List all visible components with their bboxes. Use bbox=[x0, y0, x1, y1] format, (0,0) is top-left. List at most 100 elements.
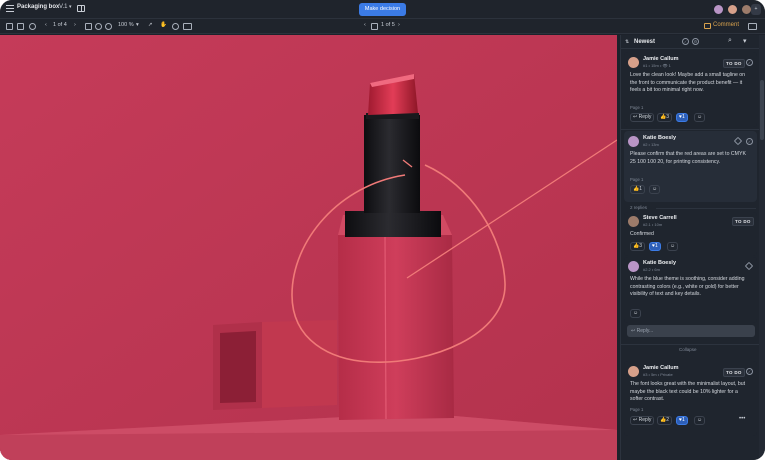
resolve-icon[interactable]: ✓ bbox=[746, 138, 753, 145]
tag-icon[interactable] bbox=[744, 261, 754, 271]
comment-page[interactable]: Page 1 bbox=[630, 177, 643, 182]
reply-input[interactable]: ↩ Reply... bbox=[627, 325, 755, 337]
design-canvas[interactable] bbox=[0, 35, 617, 460]
like-button[interactable]: ♥1 bbox=[676, 113, 688, 122]
history-icon[interactable] bbox=[172, 23, 179, 30]
filter-resolved-icon[interactable]: ✓ bbox=[682, 38, 689, 45]
comment-body: Love the clean look! Maybe add a small t… bbox=[630, 72, 746, 94]
page-indicator: 1 of 4 bbox=[53, 22, 67, 28]
hand-icon[interactable]: ✋ bbox=[160, 22, 167, 28]
avatar bbox=[628, 366, 639, 377]
chevron-down-icon[interactable]: ▾ bbox=[136, 22, 139, 28]
resolve-icon[interactable]: ✓ bbox=[746, 368, 753, 375]
sidebar-toggle-icon[interactable] bbox=[6, 23, 13, 30]
prev-page-icon[interactable]: ‹ bbox=[45, 22, 47, 28]
comment-author: Katie Boesly bbox=[643, 260, 677, 266]
toolbar: ‹ 1 of 4 › 100 % ▾ ➚ ✋ ‹ 1 of 5 › Commen… bbox=[0, 19, 765, 34]
reaction-button[interactable]: 👍3 bbox=[657, 113, 673, 122]
search-icon[interactable] bbox=[29, 23, 36, 30]
reaction-count: 3 bbox=[666, 114, 670, 120]
frame-indicator: 1 of 5 bbox=[381, 22, 395, 28]
like-count: 1 bbox=[681, 114, 685, 120]
comment-author: Jamie Callum bbox=[643, 56, 679, 62]
zoom-in-icon[interactable] bbox=[105, 23, 112, 30]
add-reaction-icon[interactable]: ☺ bbox=[667, 242, 679, 251]
comment-meta: #2.2 • 6m bbox=[643, 267, 660, 272]
reply-card[interactable]: Katie Boesly #2.2 • 6m While the blue th… bbox=[624, 257, 757, 323]
comment-icon[interactable] bbox=[704, 23, 711, 29]
comment-body: Please confirm that the red areas are se… bbox=[630, 151, 746, 165]
add-reaction-icon[interactable]: ☺ bbox=[694, 113, 706, 122]
ruler-icon[interactable] bbox=[183, 23, 192, 30]
comment-card[interactable]: Jamie Callum #1 • 15m • 👁 1 TO DO ✓ Love… bbox=[624, 52, 757, 127]
scrollbar-thumb[interactable] bbox=[760, 80, 764, 140]
search-icon[interactable]: ⌕ bbox=[728, 37, 732, 45]
file-title[interactable]: Packaging box bbox=[17, 4, 59, 10]
reaction-button[interactable]: 👍1 bbox=[630, 185, 646, 194]
reaction-button[interactable]: 👍3 bbox=[630, 242, 646, 251]
reply-label: Reply bbox=[638, 114, 652, 120]
menu-icon[interactable] bbox=[6, 5, 14, 13]
replies-count[interactable]: 2 replies bbox=[630, 205, 647, 210]
grid-icon[interactable] bbox=[17, 23, 24, 30]
fit-icon[interactable] bbox=[85, 23, 92, 30]
comment-meta: #3 • 5m • Private bbox=[643, 372, 673, 377]
next-frame-icon[interactable]: › bbox=[398, 22, 400, 28]
filter-icon[interactable]: ▾ bbox=[743, 37, 747, 45]
avatar bbox=[628, 136, 639, 147]
comment-meta: #1 • 15m • 👁 1 bbox=[643, 63, 671, 68]
comment-body: Confirmed bbox=[630, 231, 654, 237]
prev-frame-icon[interactable]: ‹ bbox=[364, 22, 366, 28]
avatar bbox=[628, 216, 639, 227]
comment-mode-toggle[interactable]: Comment bbox=[713, 22, 739, 28]
top-bar: Packaging box V.1 ▾ Make decision + bbox=[0, 0, 765, 19]
add-reaction-icon[interactable]: ☺ bbox=[630, 309, 642, 318]
cursor-icon[interactable]: ➚ bbox=[148, 22, 153, 28]
product-photo bbox=[0, 35, 617, 460]
avatar[interactable] bbox=[713, 4, 724, 15]
sort-icon[interactable]: ⇅ bbox=[625, 39, 629, 45]
reply-button[interactable]: ↩ Reply bbox=[630, 416, 655, 425]
avatar[interactable] bbox=[727, 4, 738, 15]
sort-label[interactable]: Newest bbox=[634, 39, 655, 45]
reply-placeholder: Reply... bbox=[636, 328, 654, 334]
tag-icon[interactable] bbox=[733, 136, 743, 146]
comment-card[interactable]: Jamie Callum #3 • 5m • Private TO DO ✓ T… bbox=[624, 361, 757, 436]
version-label[interactable]: V.1 bbox=[59, 4, 67, 10]
reply-button[interactable]: ↩ Reply bbox=[630, 113, 655, 122]
reply-card[interactable]: Steve Carrell #2.1 • 10m TO DO Confirmed… bbox=[624, 212, 757, 256]
comment-page[interactable]: Page 1 bbox=[630, 407, 643, 412]
reply-label: Reply bbox=[638, 417, 652, 423]
collapse-link[interactable]: Collapse bbox=[679, 347, 697, 352]
comments-panel: ⇅ Newest ✓ ⚙ ⌕ ▾ Jamie Callum #1 • 15m •… bbox=[620, 35, 759, 460]
add-collaborator-button[interactable]: + bbox=[751, 4, 761, 15]
zoom-out-icon[interactable] bbox=[95, 23, 102, 30]
book-icon[interactable] bbox=[77, 5, 85, 12]
reaction-count: 3 bbox=[639, 243, 643, 249]
like-button[interactable]: ♥1 bbox=[676, 416, 688, 425]
comment-meta: #2.1 • 10m bbox=[643, 222, 663, 227]
comment-author: Steve Carrell bbox=[643, 215, 677, 221]
zoom-level[interactable]: 100 % bbox=[118, 22, 134, 28]
reaction-button[interactable]: 👍2 bbox=[657, 416, 673, 425]
status-badge[interactable]: TO DO bbox=[723, 59, 745, 68]
app-window: Packaging box V.1 ▾ Make decision + ‹ 1 … bbox=[0, 0, 765, 460]
resolve-icon[interactable]: ✓ bbox=[746, 59, 753, 66]
add-reaction-icon[interactable]: ☺ bbox=[694, 416, 706, 425]
more-options-icon[interactable]: ••• bbox=[739, 416, 745, 422]
panel-header: ⇅ Newest ✓ ⚙ ⌕ ▾ bbox=[621, 35, 759, 49]
chevron-down-icon[interactable]: ▾ bbox=[69, 4, 72, 10]
next-page-icon[interactable]: › bbox=[74, 22, 76, 28]
divider bbox=[656, 208, 756, 209]
status-badge[interactable]: TO DO bbox=[723, 368, 745, 377]
reaction-count: 1 bbox=[639, 186, 643, 192]
comment-page[interactable]: Page 1 bbox=[630, 105, 643, 110]
comment-card-selected[interactable]: Katie Boesly #2 • 13m ✓ Please confirm t… bbox=[624, 131, 757, 202]
make-decision-button[interactable]: Make decision bbox=[359, 3, 406, 16]
panel-toggle-icon[interactable] bbox=[748, 23, 757, 30]
comment-author: Katie Boesly bbox=[643, 135, 677, 141]
settings-icon[interactable]: ⚙ bbox=[692, 38, 699, 45]
like-button[interactable]: ♥1 bbox=[649, 242, 661, 251]
status-badge[interactable]: TO DO bbox=[732, 217, 754, 226]
add-reaction-icon[interactable]: ☺ bbox=[649, 185, 661, 194]
